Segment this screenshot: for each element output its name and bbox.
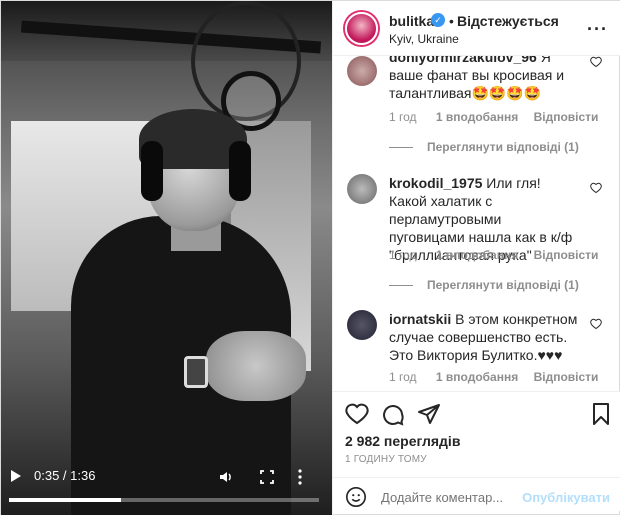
comment-time: 1 год — [389, 370, 417, 384]
volume-icon[interactable] — [218, 469, 234, 485]
post-modal: 0:35 / 1:36 bulitka ✓ • Відстежується Ky… — [0, 0, 620, 515]
publish-button[interactable]: Опублікувати — [522, 490, 610, 505]
add-comment-bar: Опублікувати — [333, 477, 620, 507]
reply-button[interactable]: Відповісти — [534, 370, 599, 384]
comments-list: doniyormirzakulov_96 Я ваше фанат вы кро… — [333, 56, 620, 391]
view-replies-button[interactable]: Переглянути відповіді (1) — [389, 140, 579, 154]
more-vertical-icon[interactable] — [297, 468, 303, 486]
post-timestamp[interactable]: 1 ГОДИНУ ТОМУ — [345, 454, 427, 465]
post-username[interactable]: bulitka — [389, 13, 434, 29]
comment-meta: 1 год 1 вподобання Відповісти — [389, 110, 598, 124]
follow-status-button[interactable]: Відстежується — [457, 13, 559, 29]
post-location[interactable]: Kyiv, Ukraine — [389, 32, 459, 46]
like-heart-icon[interactable] — [590, 56, 602, 68]
video-controls: 0:35 / 1:36 — [1, 456, 332, 515]
reply-button[interactable]: Відповісти — [534, 110, 599, 124]
comment-username[interactable]: iornatskii — [389, 311, 451, 327]
video-time: 0:35 / 1:36 — [34, 468, 96, 483]
comment-input[interactable] — [381, 490, 531, 505]
post-actions: 2 982 переглядів 1 ГОДИНУ ТОМУ Опублікув… — [333, 391, 620, 511]
avatar[interactable] — [345, 12, 378, 45]
reply-button[interactable]: Відповісти — [534, 248, 599, 262]
separator-dot: • — [449, 13, 454, 29]
play-icon[interactable] — [11, 470, 21, 482]
comment-username[interactable]: krokodil_1975 — [389, 175, 482, 191]
video-progress-fill — [9, 498, 121, 502]
like-heart-icon[interactable] — [590, 182, 602, 194]
comment-likes[interactable]: 1 вподобання — [436, 248, 518, 262]
comment-meta: 1 год 1 вподобання Відповісти — [389, 248, 598, 262]
verified-icon: ✓ — [431, 13, 445, 27]
post-side-panel: bulitka ✓ • Відстежується Kyiv, Ukraine … — [332, 1, 620, 515]
video-player[interactable]: 0:35 / 1:36 — [1, 1, 332, 515]
commenter-avatar[interactable] — [347, 174, 377, 204]
video-frame — [1, 1, 332, 515]
comment-time: 1 год — [389, 110, 417, 124]
commenter-avatar[interactable] — [347, 56, 377, 86]
more-options-icon[interactable]: ··· — [587, 19, 608, 40]
comment-meta: 1 год 1 вподобання Відповісти — [389, 370, 598, 384]
like-heart-icon[interactable] — [345, 402, 369, 426]
share-icon[interactable] — [417, 402, 441, 426]
view-count[interactable]: 2 982 переглядів — [345, 433, 460, 449]
commenter-avatar[interactable] — [347, 310, 377, 340]
view-replies-button[interactable]: Переглянути відповіді (1) — [389, 278, 579, 292]
comment-likes[interactable]: 1 вподобання — [436, 110, 518, 124]
picture-in-picture-icon[interactable] — [259, 469, 275, 485]
comment-icon[interactable] — [381, 402, 405, 426]
video-progress-bar[interactable] — [9, 498, 319, 502]
comment-likes[interactable]: 1 вподобання — [436, 370, 518, 384]
bookmark-icon[interactable] — [589, 402, 613, 426]
emoji-icon[interactable] — [345, 486, 367, 508]
comment-time: 1 год — [389, 248, 417, 262]
post-header: bulitka ✓ • Відстежується Kyiv, Ukraine … — [333, 1, 620, 56]
like-heart-icon[interactable] — [590, 318, 602, 330]
comment-username[interactable]: doniyormirzakulov_96 — [389, 56, 537, 65]
